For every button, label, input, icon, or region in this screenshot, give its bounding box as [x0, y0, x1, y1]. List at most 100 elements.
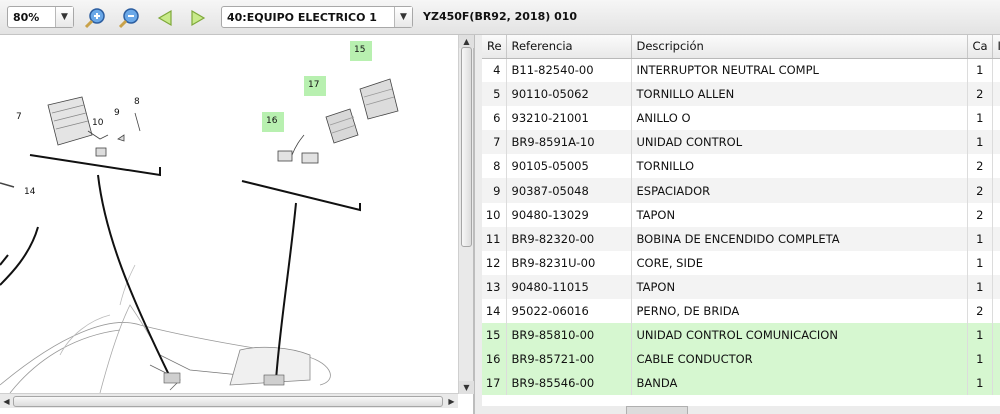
cell-ref: 6 [482, 106, 507, 131]
table-row[interactable]: 11 BR9-82320-00 BOBINA DE ENCENDIDO COMPLE… [482, 226, 1000, 251]
column-header-descripcion[interactable]: Descripción [631, 35, 968, 59]
previous-button[interactable] [153, 6, 177, 30]
callout-17[interactable]: 17 [304, 76, 326, 96]
cell-extra [992, 82, 1000, 107]
cell-descripcion: CORE, SIDE [631, 250, 968, 275]
callout-8[interactable]: 8 [134, 97, 140, 107]
table-row[interactable]: 7 BR9-8591A-10 UNIDAD CONTROL 1 [482, 130, 1000, 155]
cell-referencia: 90387-05048 [506, 178, 632, 203]
cell-cantidad: 1 [967, 323, 993, 348]
column-header-ref[interactable]: Re [482, 35, 507, 59]
cell-extra [992, 347, 1000, 372]
cell-referencia: BR9-8231U-00 [506, 250, 632, 275]
horizontal-scroll-thumb[interactable] [13, 396, 443, 407]
cell-ref: 9 [482, 178, 507, 203]
cell-referencia: BR9-8591A-10 [506, 130, 632, 155]
zoom-out-icon [118, 8, 139, 29]
column-header-extra[interactable]: I [992, 35, 1000, 59]
scroll-down-icon[interactable]: ▼ [459, 381, 474, 394]
cell-referencia: 90105-05005 [506, 154, 632, 179]
table-row[interactable]: 9 90387-05048 ESPACIADOR 2 [482, 178, 1000, 203]
cell-descripcion: UNIDAD CONTROL COMUNICACION [631, 323, 968, 348]
cell-referencia: BR9-82320-00 [506, 226, 632, 251]
diagram-vertical-scrollbar[interactable]: ▲ ▼ [458, 35, 474, 394]
table-row[interactable]: 17 BR9-85546-00 BANDA 1 [482, 371, 1000, 396]
cell-cantidad: 1 [967, 250, 993, 275]
column-header-referencia[interactable]: Referencia [506, 35, 632, 59]
cell-cantidad: 1 [967, 226, 993, 251]
arrow-left-icon [157, 9, 172, 27]
cell-descripcion: TAPON [631, 274, 968, 299]
zoom-in-button[interactable] [83, 6, 107, 30]
column-header-cantidad[interactable]: Ca [967, 35, 993, 59]
cell-ref: 15 [482, 323, 507, 348]
cell-referencia: 90480-11015 [506, 274, 632, 299]
zoom-in-icon [84, 8, 105, 29]
bottom-panel-handle[interactable] [626, 406, 688, 414]
table-row[interactable]: 16 BR9-85721-00 CABLE CONDUCTOR 1 [482, 347, 1000, 372]
cell-extra [992, 371, 1000, 396]
callout-9[interactable]: 9 [114, 108, 120, 118]
cell-ref: 11 [482, 226, 507, 251]
cell-ref: 13 [482, 274, 507, 299]
table-row[interactable]: 13 90480-11015 TAPON 1 [482, 274, 1000, 299]
table-row[interactable]: 10 90480-13029 TAPON 2 [482, 202, 1000, 227]
cell-descripcion: BOBINA DE ENCENDIDO COMPLETA [631, 226, 968, 251]
table-row[interactable]: 4 B11-82540-00 INTERRUPTOR NEUTRAL COMPL 1 [482, 58, 1000, 83]
cell-extra [992, 250, 1000, 275]
zoom-value: 80% [13, 10, 40, 24]
toolbar: 80% ▼ 40:EQUIPO ELECTRICO 1 ▼ YZ450F(BR9… [0, 0, 1000, 35]
exploded-diagram [0, 78, 399, 394]
cell-cantidad: 1 [967, 347, 993, 372]
cell-ref: 10 [482, 202, 507, 227]
callout-14[interactable]: 14 [24, 187, 35, 197]
zoom-out-button[interactable] [117, 6, 141, 30]
table-row[interactable]: 6 93210-21001 ANILLO O1 [482, 106, 1000, 131]
parts-diagram[interactable]: 7 10 9 8 14 15 17 16 [0, 35, 474, 414]
scroll-left-icon[interactable]: ◀ [0, 394, 13, 409]
cell-descripcion: TORNILLO ALLEN [631, 82, 968, 107]
cell-cantidad: 2 [967, 202, 993, 227]
cell-cantidad: 1 [967, 274, 993, 299]
cell-descripcion: UNIDAD CONTROL [631, 130, 968, 155]
scroll-right-icon[interactable]: ▶ [445, 394, 458, 409]
table-row[interactable]: 8 90105-05005 TORNILLO 2 [482, 154, 1000, 179]
table-row[interactable]: 14 95022-06016 PERNO, DE BRIDA 2 [482, 298, 1000, 324]
cell-extra [992, 226, 1000, 251]
cell-referencia: B11-82540-00 [506, 58, 632, 83]
chevron-down-icon[interactable]: ▼ [394, 7, 412, 27]
cell-cantidad: 2 [967, 298, 993, 324]
next-button[interactable] [186, 6, 210, 30]
diagram-horizontal-scrollbar[interactable]: ◀ ▶ [0, 393, 458, 408]
cell-cantidad: 1 [967, 58, 993, 83]
callout-10[interactable]: 10 [92, 118, 103, 128]
cell-descripcion: TORNILLO [631, 154, 968, 179]
cell-referencia: 93210-21001 [506, 106, 632, 131]
cell-cantidad: 2 [967, 178, 993, 203]
table-header-row: Re Referencia Descripción Ca I [482, 35, 1000, 59]
zoom-select[interactable]: 80% ▼ [7, 6, 74, 28]
cell-cantidad: 1 [967, 371, 993, 396]
callout-7[interactable]: 7 [16, 112, 22, 122]
vertical-scroll-thumb[interactable] [461, 47, 472, 247]
cell-referencia: 90110-05062 [506, 82, 632, 107]
group-select[interactable]: 40:EQUIPO ELECTRICO 1 ▼ [221, 6, 413, 28]
cell-cantidad: 2 [967, 82, 993, 107]
table-row[interactable]: 12 BR9-8231U-00 CORE, SIDE 1 [482, 250, 1000, 275]
cell-extra [992, 106, 1000, 131]
cell-cantidad: 2 [967, 154, 993, 179]
cell-ref: 16 [482, 347, 507, 372]
table-row[interactable]: 5 90110-05062 TORNILLO ALLEN 2 [482, 82, 1000, 107]
chevron-down-icon[interactable]: ▼ [55, 7, 73, 27]
cell-extra [992, 274, 1000, 299]
table-row[interactable]: 15 BR9-85810-00 UNIDAD CONTROL COMUNICACIO… [482, 323, 1000, 348]
cell-extra [992, 202, 1000, 227]
callout-15[interactable]: 15 [350, 41, 372, 61]
callout-16[interactable]: 16 [262, 112, 284, 132]
panel-splitter[interactable] [474, 35, 482, 414]
model-title: YZ450F(BR92, 2018) 010 [423, 10, 578, 23]
cell-ref: 8 [482, 154, 507, 179]
cell-descripcion: PERNO, DE BRIDA [631, 298, 968, 324]
cell-extra [992, 323, 1000, 348]
cell-descripcion: INTERRUPTOR NEUTRAL COMPL [631, 58, 968, 83]
